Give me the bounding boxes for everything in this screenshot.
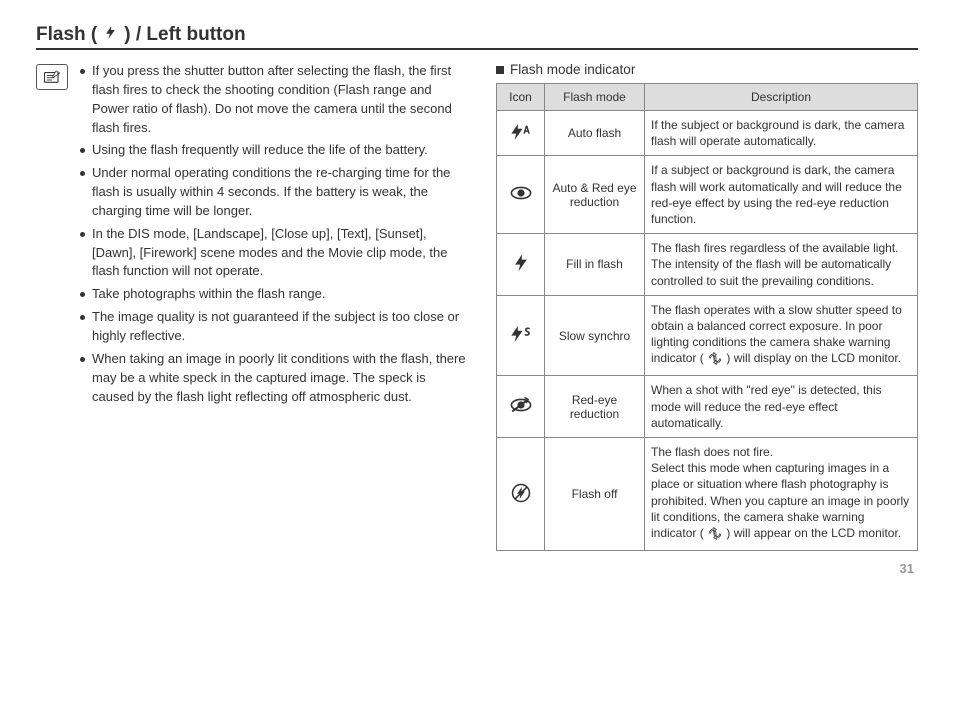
table-heading: Flash mode indicator (496, 62, 918, 77)
slow-synchro-icon (509, 333, 533, 347)
flash-auto-icon (509, 131, 533, 145)
flash-icon (103, 24, 118, 46)
auto-redeye-icon (509, 192, 533, 206)
th-desc: Description (645, 84, 918, 111)
table-heading-label: Flash mode indicator (510, 62, 635, 77)
th-icon: Icon (497, 84, 545, 111)
note-item: The image quality is not guaranteed if t… (80, 308, 468, 346)
notes-list: If you press the shutter button after se… (80, 62, 468, 410)
table-row: Auto flashIf the subject or background i… (497, 111, 918, 156)
table-row: Flash offThe flash does not fire.Select … (497, 438, 918, 551)
flash-mode-table: Icon Flash mode Description Auto flashIf… (496, 83, 918, 551)
table-row: Fill in flashThe flash fires regardless … (497, 234, 918, 296)
mode-description: When a shot with "red eye" is detected, … (645, 376, 918, 438)
memo-icon (36, 64, 68, 90)
mode-name: Red-eye reduction (545, 376, 645, 438)
mode-description: The flash operates with a slow shutter s… (645, 295, 918, 376)
mode-name: Auto & Red eye reduction (545, 156, 645, 234)
mode-description: The flash fires regardless of the availa… (645, 234, 918, 296)
mode-name: Fill in flash (545, 234, 645, 296)
page-title: Flash ( ) / Left button (36, 24, 918, 50)
redeye-reduction-icon (509, 404, 533, 418)
mode-icon-cell (497, 376, 545, 438)
table-row: Auto & Red eye reductionIf a subject or … (497, 156, 918, 234)
mode-name: Flash off (545, 438, 645, 551)
mode-description: If a subject or background is dark, the … (645, 156, 918, 234)
table-row: Red-eye reductionWhen a shot with "red e… (497, 376, 918, 438)
fill-flash-icon (509, 262, 533, 276)
flash-off-icon (509, 492, 533, 506)
mode-icon-cell (497, 111, 545, 156)
note-item: When taking an image in poorly lit condi… (80, 350, 468, 407)
note-item: In the DIS mode, [Landscape], [Close up]… (80, 225, 468, 282)
mode-name: Slow synchro (545, 295, 645, 376)
note-item: If you press the shutter button after se… (80, 62, 468, 137)
mode-name: Auto flash (545, 111, 645, 156)
note-item: Take photographs within the flash range. (80, 285, 468, 304)
mode-icon-cell (497, 156, 545, 234)
note-item: Under normal operating conditions the re… (80, 164, 468, 221)
mode-description: If the subject or background is dark, th… (645, 111, 918, 156)
shake-warning-icon (707, 352, 723, 369)
th-mode: Flash mode (545, 84, 645, 111)
mode-description: The flash does not fire.Select this mode… (645, 438, 918, 551)
mode-icon-cell (497, 438, 545, 551)
title-suffix: ) / Left button (124, 24, 245, 46)
title-prefix: Flash ( (36, 24, 97, 46)
table-row: Slow synchroThe flash operates with a sl… (497, 295, 918, 376)
page-number: 31 (36, 561, 918, 576)
note-item: Using the flash frequently will reduce t… (80, 141, 468, 160)
mode-icon-cell (497, 295, 545, 376)
mode-icon-cell (497, 234, 545, 296)
shake-warning-icon (707, 527, 723, 544)
